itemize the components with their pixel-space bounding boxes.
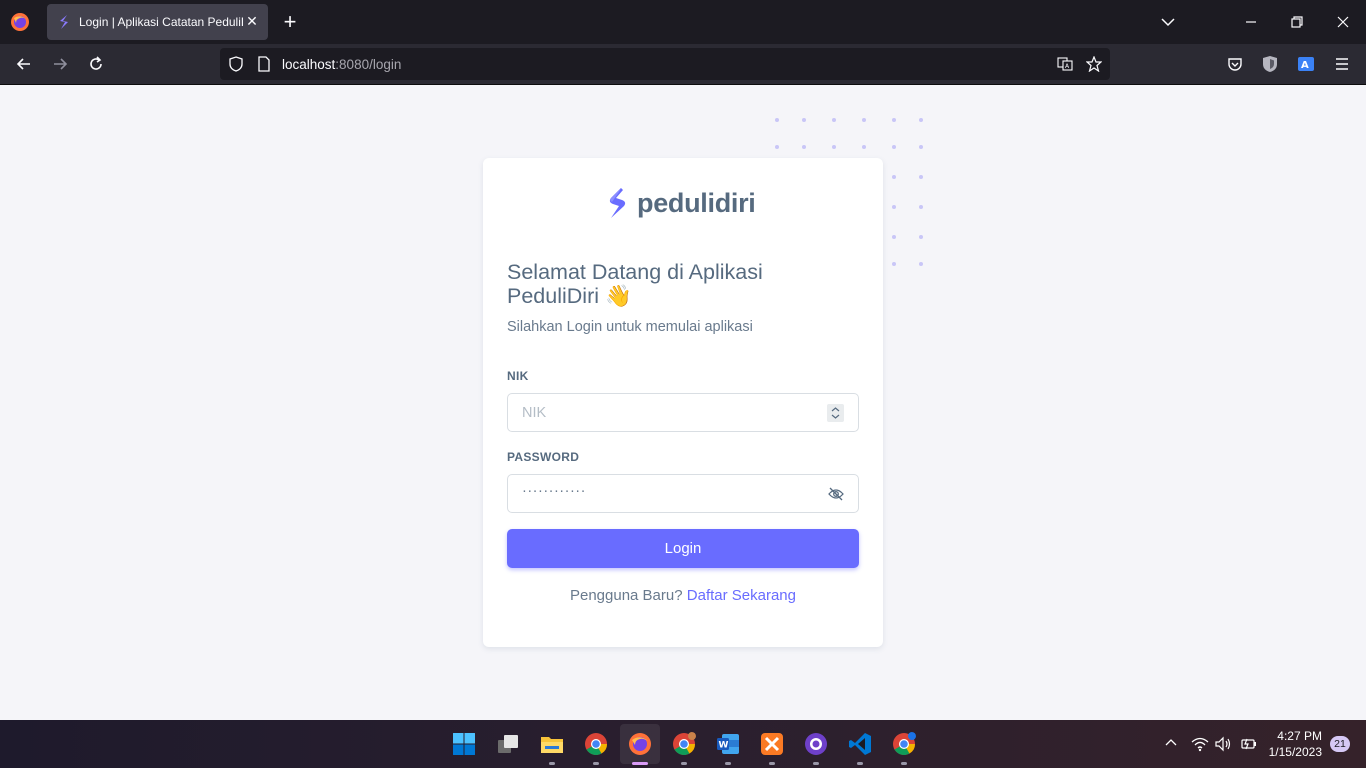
windows-start-icon[interactable]: [452, 732, 476, 756]
forward-arrow-icon[interactable]: [50, 54, 70, 74]
restore-icon[interactable]: [1287, 12, 1307, 32]
privacy-extension-shield-icon[interactable]: [1260, 54, 1280, 74]
bookmark-star-icon[interactable]: [1086, 56, 1102, 72]
firefox-taskbar-icon[interactable]: [628, 732, 652, 756]
nik-placeholder: NIK: [522, 405, 547, 421]
password-input[interactable]: ············: [507, 474, 859, 513]
login-button[interactable]: Login: [507, 529, 859, 568]
svg-text:A: A: [1301, 60, 1309, 71]
chrome-icon[interactable]: [584, 732, 608, 756]
url-host: localhost: [282, 57, 336, 72]
list-all-tabs-icon[interactable]: [1158, 12, 1178, 32]
vscode-icon[interactable]: [848, 732, 872, 756]
running-indicator: [549, 762, 555, 765]
welcome-subtitle: Silahkan Login untuk memulai aplikasi: [507, 319, 753, 335]
tracking-protection-shield-icon[interactable]: [228, 56, 244, 72]
login-card: pedulidiri Selamat Datang di Aplikasi Pe…: [483, 158, 883, 647]
notification-count-badge[interactable]: 21: [1330, 736, 1350, 752]
number-spinner-icon[interactable]: [827, 404, 844, 422]
browser-nav-bar: localhost:8080/login A A: [0, 44, 1366, 85]
word-icon[interactable]: W: [716, 732, 740, 756]
back-arrow-icon[interactable]: [14, 54, 34, 74]
running-indicator: [857, 762, 863, 765]
eye-off-icon[interactable]: [828, 487, 844, 501]
brand-logo[interactable]: pedulidiri: [606, 187, 756, 219]
running-indicator: [813, 762, 819, 765]
minimize-icon[interactable]: [1241, 12, 1261, 32]
running-indicator: [769, 762, 775, 765]
password-mask: ············: [522, 483, 586, 499]
pedulidiri-favicon-icon: [60, 15, 68, 29]
register-prompt: Pengguna Baru? Daftar Sekarang: [483, 587, 883, 604]
browser-tab-bar: Login | Aplikasi Catatan PeduliDiri ✕ +: [0, 0, 1366, 44]
clock-date: 1/15/2023: [1268, 745, 1322, 759]
xampp-icon[interactable]: [760, 732, 784, 756]
running-indicator: [681, 762, 687, 765]
running-indicator: [725, 762, 731, 765]
volume-icon[interactable]: [1214, 736, 1232, 752]
tab-title: Login | Aplikasi Catatan PeduliDiri: [79, 15, 243, 29]
password-label: PASSWORD: [507, 450, 580, 464]
chrome-profile-icon[interactable]: [672, 732, 696, 756]
url-text[interactable]: localhost:8080/login: [282, 57, 401, 72]
close-window-icon[interactable]: [1333, 12, 1353, 32]
svg-text:W: W: [719, 741, 729, 751]
running-indicator: [593, 762, 599, 765]
page-info-icon[interactable]: [256, 56, 272, 72]
register-link[interactable]: Daftar Sekarang: [687, 587, 796, 604]
running-indicator: [901, 762, 907, 765]
brand-name: pedulidiri: [637, 187, 756, 218]
chrome-dev-icon[interactable]: [892, 732, 916, 756]
welcome-heading: Selamat Datang di Aplikasi PeduliDiri 👋: [507, 260, 763, 308]
nik-input[interactable]: NIK: [507, 393, 859, 432]
battery-charging-icon[interactable]: [1239, 736, 1257, 752]
url-path: :8080/login: [335, 57, 402, 72]
browser-tab-active[interactable]: Login | Aplikasi Catatan PeduliDiri ✕: [47, 4, 268, 40]
translate-extension-icon[interactable]: A: [1296, 54, 1316, 74]
wifi-icon[interactable]: [1191, 736, 1209, 752]
new-tab-button[interactable]: +: [280, 11, 300, 33]
firefox-icon[interactable]: [10, 12, 30, 32]
clock-time: 4:27 PM: [1277, 729, 1322, 743]
file-explorer-icon[interactable]: [540, 732, 564, 756]
translate-icon[interactable]: A: [1057, 56, 1073, 72]
reload-icon[interactable]: [86, 54, 106, 74]
tab-close-icon[interactable]: ✕: [245, 14, 259, 28]
active-indicator: [632, 762, 648, 765]
pocket-icon[interactable]: [1225, 54, 1245, 74]
nik-label: NIK: [507, 369, 529, 383]
address-bar[interactable]: localhost:8080/login A: [220, 48, 1110, 80]
pedulidiri-logo-icon: [609, 188, 626, 218]
github-desktop-icon[interactable]: [804, 732, 828, 756]
page-content: pedulidiri Selamat Datang di Aplikasi Pe…: [0, 85, 1366, 720]
system-clock[interactable]: 4:27 PM 1/15/2023: [1269, 728, 1322, 760]
show-hidden-icons-chevron-icon[interactable]: [1164, 736, 1178, 750]
task-view-icon[interactable]: [496, 732, 520, 756]
windows-taskbar: W 4:27 PM 1/15/2023 21: [0, 720, 1366, 768]
hamburger-menu-icon[interactable]: [1332, 54, 1352, 74]
register-prompt-text: Pengguna Baru?: [569, 587, 683, 604]
